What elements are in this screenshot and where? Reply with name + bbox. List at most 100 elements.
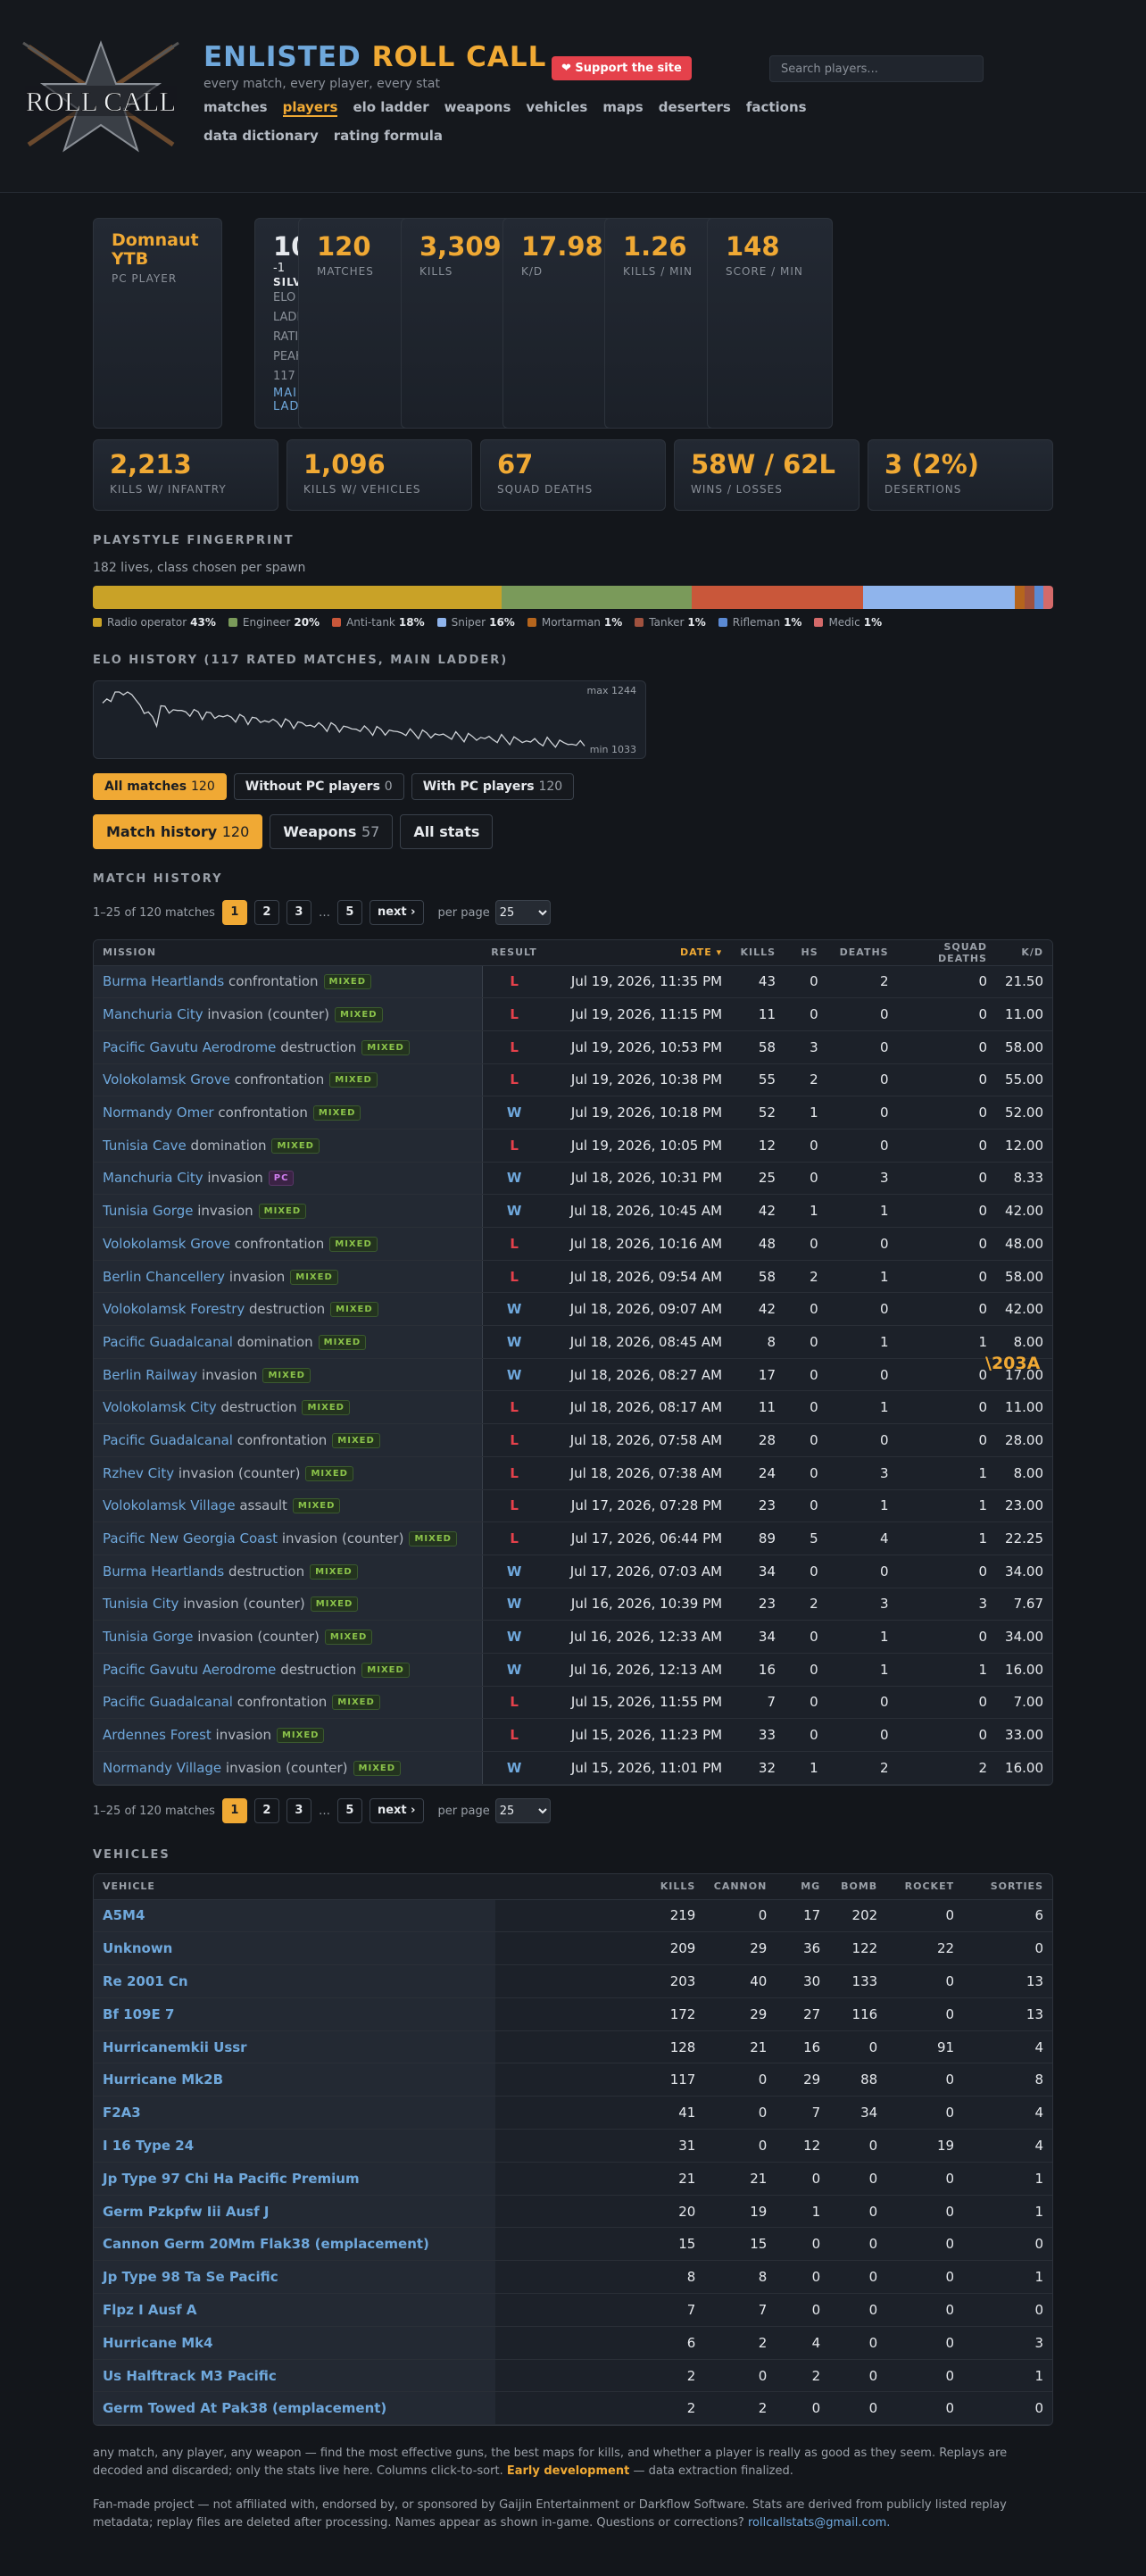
map-link[interactable]: Berlin Chancellery bbox=[103, 1269, 225, 1285]
page-3-button[interactable]: 3 bbox=[286, 900, 311, 925]
vehicle-name-link[interactable]: F2A3 bbox=[94, 2096, 495, 2130]
table-row[interactable]: Volokolamsk City destruction MIXED L Jul 18… bbox=[94, 1390, 1052, 1425]
page-3-button[interactable]: 3 bbox=[286, 1798, 311, 1823]
vehicle-name-link[interactable]: Germ Towed At Pak38 (emplacement) bbox=[94, 2391, 495, 2426]
table-row[interactable]: Tunisia Gorge invasion MIXED W Jul 18, 2026… bbox=[94, 1194, 1052, 1228]
table-row[interactable]: Rzhev City invasion (counter) MIXED L Jul 1… bbox=[94, 1456, 1052, 1490]
table-row[interactable]: A5M4 219 0 17 202 0 6 bbox=[94, 1899, 1052, 1933]
nav-item-weapons[interactable]: weapons bbox=[444, 99, 511, 117]
vehicle-name-link[interactable]: A5M4 bbox=[94, 1899, 495, 1933]
column-header-cannon[interactable]: CANNON bbox=[704, 1874, 776, 1900]
site-title[interactable]: ENLISTED ROLL CALL bbox=[203, 41, 546, 73]
column-header-kills[interactable]: KILLS bbox=[494, 1874, 705, 1900]
nav-item-deserters[interactable]: deserters bbox=[659, 99, 731, 117]
nav-item-data-dictionary[interactable]: data dictionary bbox=[203, 128, 319, 144]
table-row[interactable]: Unknown 209 29 36 122 22 0 bbox=[94, 1931, 1052, 1966]
table-row[interactable]: Berlin Chancellery invasion MIXED L Jul 18,… bbox=[94, 1260, 1052, 1294]
tab-all-stats[interactable]: All stats bbox=[400, 814, 494, 849]
table-row[interactable]: Manchuria City invasion PC W Jul 18, 2026, … bbox=[94, 1162, 1052, 1196]
table-row[interactable]: Ardennes Forest invasion MIXED L Jul 15, 20… bbox=[94, 1718, 1052, 1752]
vehicle-name-link[interactable]: Us Halftrack M3 Pacific bbox=[94, 2359, 495, 2393]
table-row[interactable]: Burma Heartlands destruction MIXED W Jul 17… bbox=[94, 1555, 1052, 1588]
table-row[interactable]: Hurricane Mk2B 117 0 29 88 0 8 bbox=[94, 2063, 1052, 2097]
tab-match-history[interactable]: Match history 120 bbox=[93, 814, 263, 849]
table-row[interactable]: Pacific Guadalcanal confrontation MIXED L J… bbox=[94, 1686, 1052, 1720]
vehicle-name-link[interactable]: Hurricane Mk2B bbox=[94, 2063, 495, 2097]
table-row[interactable]: Volokolamsk Forestry destruction MIXED W Ju… bbox=[94, 1292, 1052, 1327]
map-link[interactable]: Tunisia City bbox=[103, 1596, 179, 1612]
next-page-button[interactable]: next › bbox=[369, 900, 424, 925]
column-header-date[interactable]: DATE ▾ bbox=[545, 940, 732, 966]
table-row[interactable]: Tunisia Gorge invasion (counter) MIXED W Ju… bbox=[94, 1620, 1052, 1654]
vehicle-name-link[interactable]: Hurricane Mk4 bbox=[94, 2326, 495, 2360]
column-header-sorties[interactable]: SORTIES bbox=[963, 1874, 1052, 1900]
page-2-button[interactable]: 2 bbox=[253, 1798, 279, 1823]
table-row[interactable]: Cannon Germ 20Mm Flak38 (emplacement) 15 1… bbox=[94, 2227, 1052, 2262]
map-link[interactable]: Volokolamsk Grove bbox=[103, 1236, 230, 1252]
table-row[interactable]: F2A3 41 0 7 34 0 4 bbox=[94, 2096, 1052, 2130]
map-link[interactable]: Pacific Guadalcanal bbox=[103, 1694, 233, 1710]
table-row[interactable]: Germ Pzkpfw Iii Ausf J 20 19 1 0 0 1 bbox=[94, 2195, 1052, 2229]
nav-item-vehicles[interactable]: vehicles bbox=[526, 99, 587, 117]
page-1-button[interactable]: 1 bbox=[221, 900, 247, 925]
table-row[interactable]: Flpz I Ausf A770000 bbox=[94, 2293, 1052, 2327]
table-row[interactable]: Pacific Gavutu Aerodrome destruction MIXE… bbox=[94, 1030, 1052, 1064]
map-link[interactable]: Rzhev City bbox=[103, 1465, 174, 1481]
map-link[interactable]: Manchuria City bbox=[103, 1170, 203, 1186]
table-row[interactable]: Pacific Guadalcanal domination MIXED W Jul … bbox=[94, 1325, 1052, 1359]
table-row[interactable]: Hurricane Mk4 6 2 4 0 0 3 bbox=[94, 2326, 1052, 2360]
vehicle-name-link[interactable]: Hurricanemkii Ussr bbox=[94, 2030, 495, 2064]
column-header-hs[interactable]: HS bbox=[785, 940, 827, 966]
map-link[interactable]: Ardennes Forest bbox=[103, 1727, 212, 1743]
per-page-select[interactable]: 25 bbox=[494, 1798, 551, 1823]
vehicle-name-link[interactable]: Bf 109E 7 bbox=[94, 1997, 495, 2031]
column-header-mg[interactable]: MG bbox=[776, 1874, 830, 1900]
table-row[interactable]: Normandy Omer confrontation MIXED W Jul 19,… bbox=[94, 1096, 1052, 1130]
per-page-select[interactable]: 25 bbox=[494, 900, 551, 925]
table-row[interactable]: Pacific Guadalcanal confrontation MIXED L J… bbox=[94, 1423, 1052, 1457]
table-row[interactable]: Berlin Railway invasion MIXED W Jul 18, 202… bbox=[94, 1358, 1052, 1392]
page-5-button[interactable]: 5 bbox=[336, 900, 362, 925]
table-row[interactable]: Bf 109E 7 172 29 27 116 0 13 bbox=[94, 1997, 1052, 2031]
table-row[interactable]: Manchuria City invasion (counter) MIXED L J… bbox=[94, 997, 1052, 1031]
map-link[interactable]: Burma Heartlands bbox=[103, 973, 224, 989]
nav-item-elo-ladder[interactable]: elo ladder bbox=[353, 99, 428, 117]
vehicle-name-link[interactable]: I 16 Type 24 bbox=[94, 2129, 495, 2163]
column-header-result[interactable]: RESULT bbox=[482, 940, 546, 966]
map-link[interactable]: Volokolamsk Village bbox=[103, 1497, 236, 1513]
vehicle-name-link[interactable]: Jp Type 97 Chi Ha Pacific Premium bbox=[94, 2162, 495, 2196]
column-header-deaths[interactable]: DEATHS bbox=[826, 940, 898, 966]
column-header-bomb[interactable]: BOMB bbox=[829, 1874, 887, 1900]
map-link[interactable]: Volokolamsk City bbox=[103, 1399, 217, 1415]
column-header-mission[interactable]: MISSION bbox=[94, 940, 483, 966]
table-row[interactable]: Volokolamsk Grove confrontation MIXED L Jul… bbox=[94, 1227, 1052, 1261]
support-button[interactable]: ❤ Support the site bbox=[552, 56, 692, 80]
table-row[interactable]: Us Halftrack M3 Pacific 2 0 2 0 0 1 bbox=[94, 2359, 1052, 2393]
map-link[interactable]: Pacific Gavutu Aerodrome bbox=[103, 1662, 276, 1678]
nav-item-matches[interactable]: matches bbox=[203, 99, 268, 117]
search-input[interactable] bbox=[769, 55, 984, 82]
table-row[interactable]: Tunisia City invasion (counter) MIXED W Jul… bbox=[94, 1588, 1052, 1621]
table-row[interactable]: I 16 Type 24 31 0 12 0 19 4 bbox=[94, 2129, 1052, 2163]
nav-item-maps[interactable]: maps bbox=[602, 99, 643, 117]
table-row[interactable]: Normandy Village invasion (counter) MIXED… bbox=[94, 1751, 1052, 1785]
table-row[interactable]: Jp Type 98 Ta Se Pacific 8 8 0 0 0 1 bbox=[94, 2260, 1052, 2295]
vehicle-name-link[interactable]: Re 2001 Cn bbox=[94, 1964, 495, 1998]
table-row[interactable]: Pacific New Georgia Coast invasion (coun… bbox=[94, 1521, 1052, 1555]
table-row[interactable]: Re 2001 Cn 203 40 30 133 0 13 bbox=[94, 1964, 1052, 1998]
column-header-k-d[interactable]: K/D bbox=[995, 940, 1052, 966]
next-page-button[interactable]: next › bbox=[369, 1798, 424, 1823]
map-link[interactable]: Pacific Gavutu Aerodrome bbox=[103, 1039, 276, 1055]
column-header-vehicle[interactable]: VEHICLE bbox=[94, 1874, 495, 1900]
table-row[interactable]: Hurricanemkii Ussr 128 21 16 0 91 4 bbox=[94, 2030, 1052, 2064]
map-link[interactable]: Berlin Railway bbox=[103, 1367, 197, 1383]
column-header-squad-deaths[interactable]: SQUAD DEATHS bbox=[897, 940, 996, 966]
filter-with-pc-players[interactable]: With PC players 120 bbox=[411, 773, 575, 800]
map-link[interactable]: Burma Heartlands bbox=[103, 1563, 224, 1580]
vehicle-name-link[interactable]: Cannon Germ 20Mm Flak38 (emplacement) bbox=[94, 2227, 495, 2262]
nav-item-players[interactable]: players bbox=[282, 99, 338, 117]
map-link[interactable]: Tunisia Gorge bbox=[103, 1203, 193, 1219]
table-row[interactable]: Pacific Gavutu Aerodrome destruction MIXE… bbox=[94, 1653, 1052, 1687]
table-row[interactable]: Tunisia Cave domination MIXED L Jul 19, 202… bbox=[94, 1129, 1052, 1163]
map-link[interactable]: Volokolamsk Grove bbox=[103, 1071, 230, 1088]
